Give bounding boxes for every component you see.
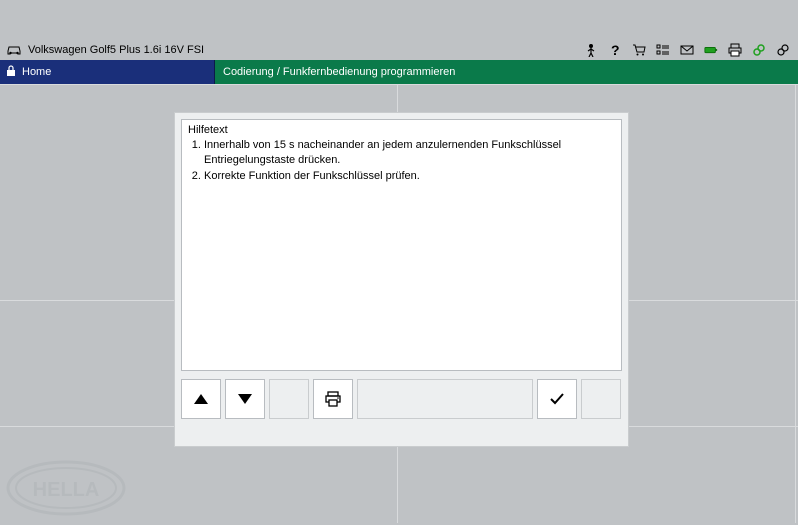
help-step-2: Korrekte Funktion der Funkschlüssel prüf… [204, 169, 615, 184]
person-icon[interactable] [584, 43, 598, 57]
battery-icon[interactable] [704, 43, 718, 57]
scroll-up-button[interactable] [181, 379, 221, 419]
svg-text:HELLA: HELLA [33, 479, 100, 501]
help-text-box: Hilfetext Innerhalb von 15 s nacheinande… [181, 119, 622, 371]
nav-home[interactable]: Home [0, 60, 215, 84]
spacer-button-2 [357, 379, 533, 419]
confirm-button[interactable] [537, 379, 577, 419]
toolbar: ? [584, 40, 790, 60]
help-step-1: Innerhalb von 15 s nacheinander an jedem… [204, 138, 615, 168]
nav-row: Home Codierung / Funkfernbedienung progr… [0, 60, 798, 84]
print-button[interactable] [313, 379, 353, 419]
panel-buttons [181, 379, 622, 419]
cart-icon[interactable] [632, 43, 646, 57]
spacer-button-3 [581, 379, 621, 419]
scroll-down-button[interactable] [225, 379, 265, 419]
window-chrome-spacer [0, 0, 798, 40]
settings-icon[interactable] [776, 43, 790, 57]
arrow-up-icon [194, 394, 208, 404]
car-icon [6, 44, 22, 56]
help-panel: Hilfetext Innerhalb von 15 s nacheinande… [174, 112, 629, 447]
hella-logo: HELLA [6, 460, 126, 519]
spacer-button-1 [269, 379, 309, 419]
arrow-down-icon [238, 394, 252, 404]
vehicle-name: Volkswagen Golf5 Plus 1.6i 16V FSI [28, 44, 204, 56]
nav-path-label: Codierung / Funkfernbedienung programmie… [223, 66, 455, 78]
svg-text:?: ? [611, 43, 620, 57]
nav-path: Codierung / Funkfernbedienung programmie… [215, 60, 798, 84]
check-icon [548, 390, 566, 408]
list-icon[interactable] [656, 43, 670, 57]
vehicle-bar: Volkswagen Golf5 Plus 1.6i 16V FSI ? [0, 40, 798, 60]
link-green-icon[interactable] [752, 43, 766, 57]
printer-icon [324, 390, 342, 408]
mail-icon[interactable] [680, 43, 694, 57]
lock-icon [6, 65, 16, 80]
print-icon[interactable] [728, 43, 742, 57]
help-title: Hilfetext [188, 124, 615, 136]
help-icon[interactable]: ? [608, 43, 622, 57]
nav-home-label: Home [22, 66, 51, 78]
help-steps: Innerhalb von 15 s nacheinander an jedem… [188, 138, 615, 184]
